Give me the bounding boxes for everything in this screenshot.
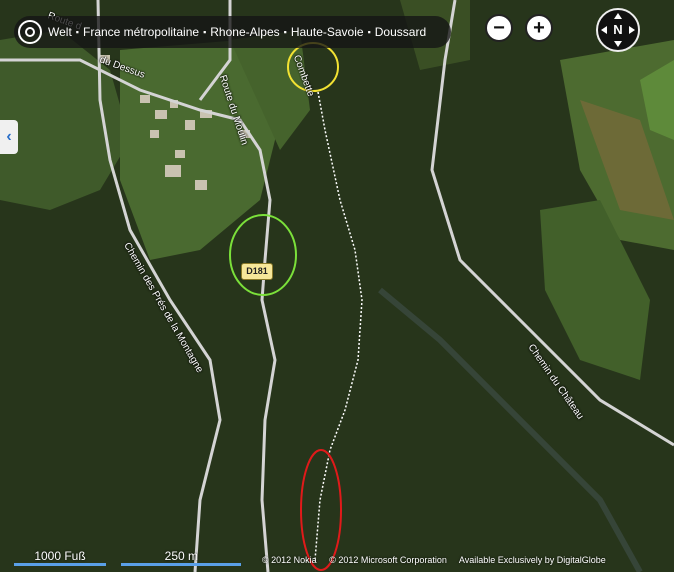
breadcrumb-separator: ▪ (75, 27, 79, 37)
map-credits: © 2012 Nokia © 2012 Microsoft Corporatio… (262, 555, 616, 565)
breadcrumb-separator: ▪ (203, 27, 207, 37)
scale-meters: 250 m (121, 549, 242, 566)
compass-button[interactable]: N (596, 8, 640, 52)
breadcrumb-item-welt[interactable]: Welt (48, 25, 72, 39)
credit-digitalglobe: Available Exclusively by DigitalGlobe (458, 555, 606, 565)
satellite-map[interactable]: Route d du Dessus Route du Moulin Combet… (0, 0, 674, 572)
zoom-in-button[interactable]: + (525, 14, 553, 42)
credit-microsoft: © 2012 Microsoft Corporation (329, 555, 447, 565)
compass-north-label: N (613, 22, 623, 37)
breadcrumb-item-doussard[interactable]: Doussard (375, 25, 426, 39)
aerial-imagery (0, 0, 674, 572)
scale-bar: 1000 Fuß 250 m (14, 549, 242, 566)
locate-icon[interactable] (18, 20, 42, 44)
zoom-out-button[interactable]: − (485, 14, 513, 42)
credit-nokia: © 2012 Nokia (262, 555, 317, 565)
side-panel-toggle[interactable]: ‹ (0, 120, 18, 154)
breadcrumb-item-france[interactable]: France métropolitaine (83, 25, 199, 39)
breadcrumb-item-rhone-alpes[interactable]: Rhone-Alpes (210, 25, 279, 39)
breadcrumb-separator: ▪ (283, 27, 287, 37)
breadcrumb-separator: ▪ (367, 27, 371, 37)
plus-icon: + (533, 17, 545, 39)
breadcrumb: Welt ▪ France métropolitaine ▪ Rhone-Alp… (14, 16, 451, 48)
minus-icon: − (493, 17, 505, 39)
breadcrumb-item-haute-savoie[interactable]: Haute-Savoie (291, 25, 364, 39)
chevron-left-icon: ‹ (6, 128, 12, 145)
scale-feet: 1000 Fuß (14, 549, 106, 566)
road-badge-d181: D181 (241, 263, 273, 280)
